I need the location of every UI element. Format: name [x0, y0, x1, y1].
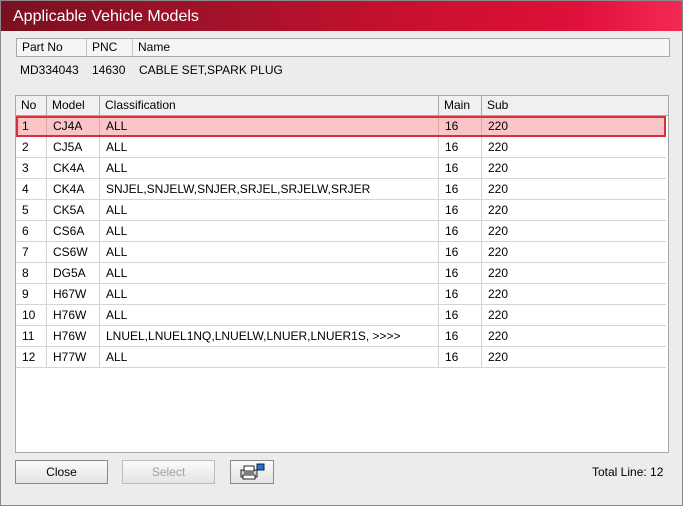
cell-no: 2: [16, 137, 47, 157]
cell-main: 16: [439, 118, 482, 135]
pnc-header: PNC: [87, 39, 133, 56]
table-row[interactable]: 2 CJ5A ALL 16 220: [16, 137, 666, 158]
cell-sub: 220: [488, 245, 509, 259]
cell-sub: 220: [488, 140, 509, 154]
table-row[interactable]: 9 H67W ALL 16 220: [16, 284, 666, 305]
cell-no: 9: [16, 284, 47, 304]
cell-sub: 220: [488, 350, 509, 364]
cell-main: 16: [439, 326, 482, 346]
cell-classification: ALL: [100, 242, 439, 262]
table-row[interactable]: 4 CK4A SNJEL,SNJELW,SNJER,SRJEL,SRJELW,SRJ…: [16, 179, 666, 200]
col-header-classification[interactable]: Classification: [100, 96, 439, 115]
cell-no: 4: [16, 179, 47, 199]
applicable-vehicle-models-window: Applicable Vehicle Models Part No PNC Na…: [0, 0, 683, 506]
cell-model: H76W: [47, 305, 100, 325]
cell-main: 16: [439, 242, 482, 262]
cell-no: 11: [16, 326, 47, 346]
cell-classification: LNUEL,LNUEL1NQ,LNUELW,LNUER,LNUER1S, >>>…: [100, 326, 439, 346]
cell-no: 6: [16, 221, 47, 241]
cell-sub: 220: [488, 287, 509, 301]
table-row[interactable]: 8 DG5A ALL 16 220: [16, 263, 666, 284]
cell-model: CJ5A: [47, 137, 100, 157]
pnc-value: 14630: [92, 63, 126, 77]
part-no-value: MD334043: [20, 63, 79, 77]
table-row[interactable]: 11 H76W LNUEL,LNUEL1NQ,LNUELW,LNUER,LNUER1…: [16, 326, 666, 347]
cell-model: CS6A: [47, 221, 100, 241]
table-row[interactable]: 3 CK4A ALL 16 220: [16, 158, 666, 179]
cell-no: 12: [16, 347, 47, 367]
cell-main: 16: [439, 305, 482, 325]
printer-icon: [240, 463, 265, 480]
cell-classification: ALL: [100, 221, 439, 241]
cell-main: 16: [439, 137, 482, 157]
cell-no: 7: [16, 242, 47, 262]
table-row[interactable]: 7 CS6W ALL 16 220: [16, 242, 666, 263]
select-button[interactable]: Select: [122, 460, 215, 484]
table-row[interactable]: 1 CJ4A ALL 16 220: [16, 116, 666, 137]
cell-sub: 220: [488, 182, 509, 196]
cell-sub: 220: [488, 119, 509, 133]
cell-model: H67W: [47, 284, 100, 304]
cell-classification: ALL: [100, 284, 439, 304]
cell-main: 16: [439, 347, 482, 367]
cell-main: 16: [439, 200, 482, 220]
cell-sub: 220: [488, 161, 509, 175]
print-button[interactable]: [230, 460, 274, 484]
cell-sub: 220: [488, 266, 509, 280]
cell-classification: ALL: [100, 118, 439, 135]
col-header-no[interactable]: No: [16, 96, 47, 115]
col-header-model[interactable]: Model: [47, 96, 100, 115]
cell-model: H76W: [47, 326, 100, 346]
col-header-sub[interactable]: Sub: [482, 96, 668, 115]
cell-classification: ALL: [100, 200, 439, 220]
cell-main: 16: [439, 179, 482, 199]
cell-main: 16: [439, 221, 482, 241]
cell-model: DG5A: [47, 263, 100, 283]
cell-sub: 220: [488, 203, 509, 217]
name-header: Name: [138, 40, 171, 54]
cell-classification: ALL: [100, 158, 439, 178]
total-line-label: Total Line: 12: [592, 465, 664, 479]
cell-classification: ALL: [100, 263, 439, 283]
title-bar[interactable]: Applicable Vehicle Models: [1, 1, 682, 31]
cell-classification: ALL: [100, 137, 439, 157]
part-info-panel: Part No PNC Name MD334043 14630 CABLE SE…: [8, 36, 674, 88]
cell-main: 16: [439, 158, 482, 178]
window-title: Applicable Vehicle Models: [13, 8, 199, 25]
part-name-value: CABLE SET,SPARK PLUG: [139, 63, 283, 77]
cell-sub: 220: [488, 308, 509, 322]
cell-model: CJ4A: [47, 118, 100, 135]
table-row[interactable]: 6 CS6A ALL 16 220: [16, 221, 666, 242]
cell-classification: ALL: [100, 305, 439, 325]
cell-model: CS6W: [47, 242, 100, 262]
vehicle-models-table[interactable]: No Model Classification Main Sub 1 CJ4A AL…: [15, 95, 669, 453]
cell-model: CK5A: [47, 200, 100, 220]
col-header-main[interactable]: Main: [439, 96, 482, 115]
cell-model: CK4A: [47, 179, 100, 199]
cell-sub: 220: [488, 224, 509, 238]
cell-classification: SNJEL,SNJELW,SNJER,SRJEL,SRJELW,SRJER: [100, 179, 439, 199]
cell-no: 8: [16, 263, 47, 283]
cell-classification: ALL: [100, 347, 439, 367]
cell-main: 16: [439, 263, 482, 283]
part-info-header: Part No PNC Name: [16, 38, 670, 57]
cell-sub: 220: [488, 329, 509, 343]
cell-model: H77W: [47, 347, 100, 367]
cell-no: 3: [16, 158, 47, 178]
cell-no: 1: [16, 118, 47, 135]
part-no-header: Part No: [17, 39, 87, 56]
cell-no: 5: [16, 200, 47, 220]
table-header: No Model Classification Main Sub: [16, 96, 668, 116]
table-row[interactable]: 5 CK5A ALL 16 220: [16, 200, 666, 221]
cell-no: 10: [16, 305, 47, 325]
cell-main: 16: [439, 284, 482, 304]
table-row[interactable]: 12 H77W ALL 16 220: [16, 347, 666, 368]
cell-model: CK4A: [47, 158, 100, 178]
close-button[interactable]: Close: [15, 460, 108, 484]
table-row[interactable]: 10 H76W ALL 16 220: [16, 305, 666, 326]
